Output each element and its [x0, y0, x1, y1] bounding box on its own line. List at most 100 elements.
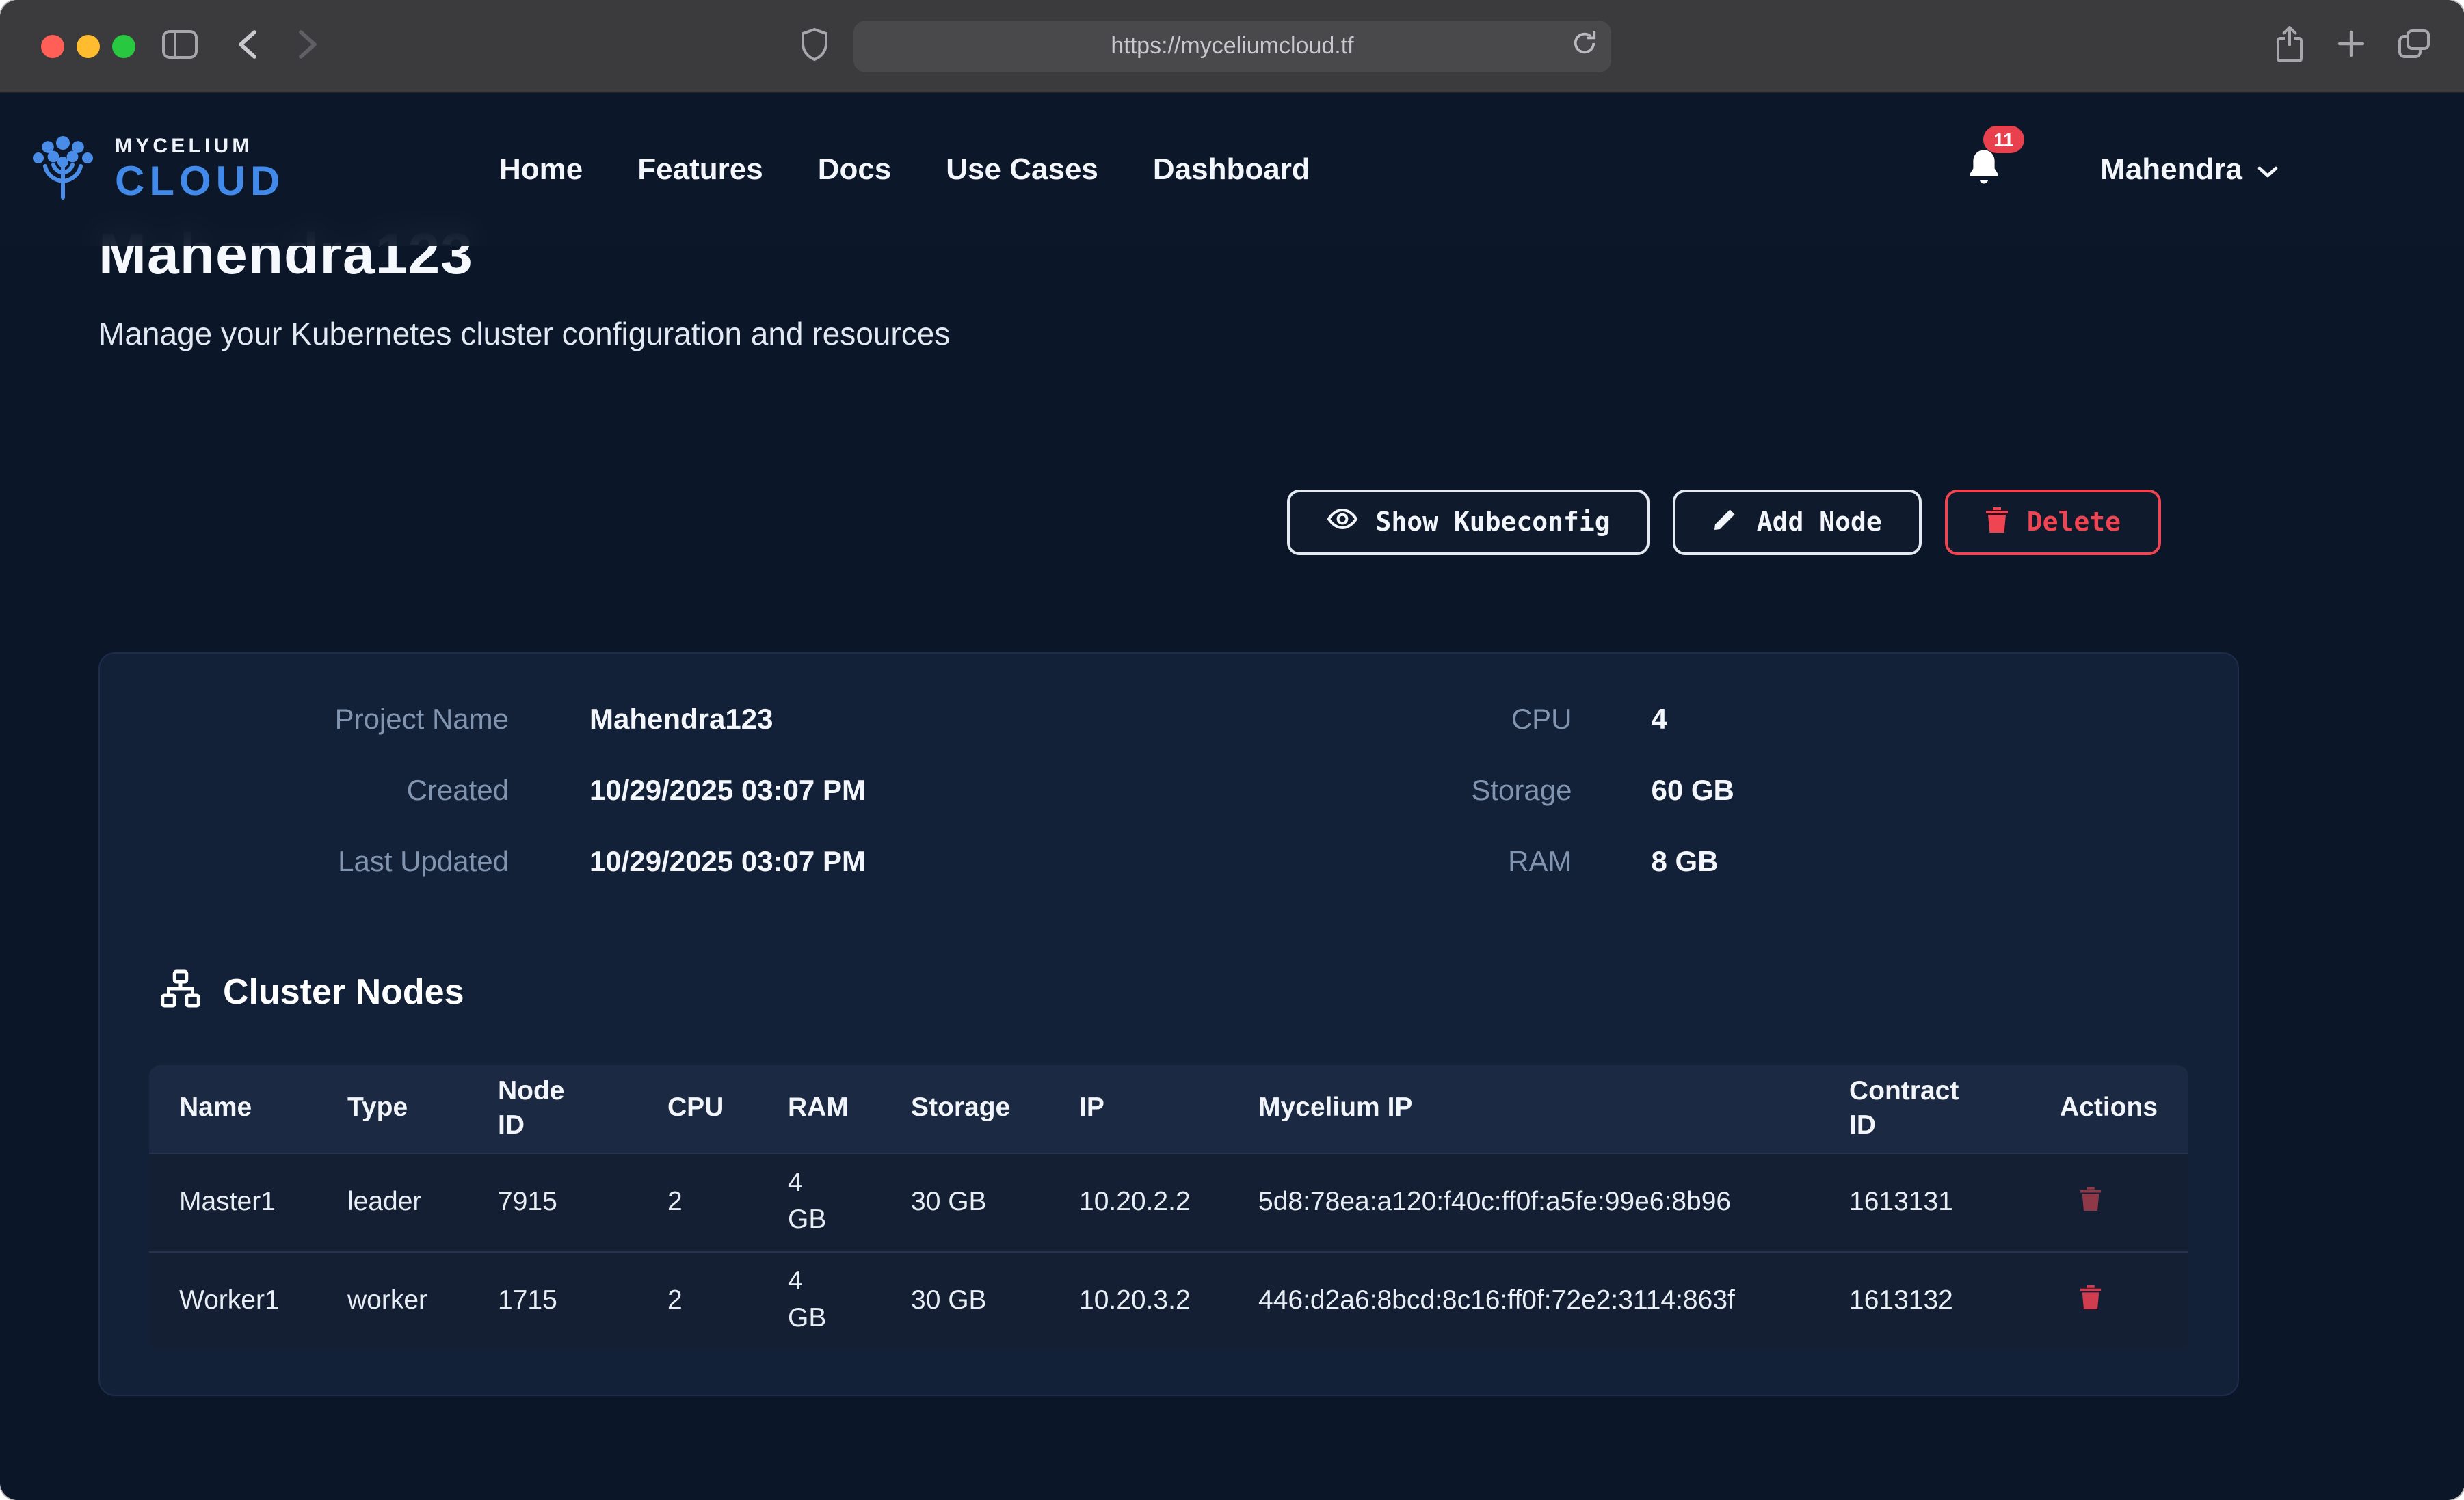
cell-name: Master1 [149, 1153, 317, 1251]
trash-icon [2079, 1185, 2102, 1215]
project-name-value: Mahendra123 [589, 700, 1169, 741]
reload-icon [1572, 29, 1598, 64]
col-contract-id: Contract ID [1819, 1065, 2030, 1153]
webpage: MYCELIUM CLOUD Home Features Docs Use Ca… [0, 93, 2464, 1500]
delete-cluster-button[interactable]: Delete [1945, 490, 2160, 555]
cell-mycelium-ip: 5d8:78ea:a120:f40c:ff0f:a5fe:99e6:8b96 [1228, 1153, 1819, 1251]
screen: https://myceliumcloud.tf [0, 0, 2464, 1500]
cell-contract-id: 1613132 [1819, 1251, 2030, 1350]
show-kubeconfig-button[interactable]: Show Kubeconfig [1287, 490, 1650, 555]
add-node-button[interactable]: Add Node [1673, 490, 1922, 555]
nav-item-use-cases[interactable]: Use Cases [946, 152, 1098, 187]
sidebar-toggle-button[interactable] [161, 29, 198, 63]
cell-type: leader [317, 1153, 468, 1251]
project-name-label: Project Name [149, 700, 509, 741]
created-label: Created [149, 771, 509, 812]
tabs-icon [2397, 29, 2430, 63]
sitemap-icon [160, 968, 201, 1016]
col-ram: RAM [758, 1065, 881, 1153]
delete-node-button[interactable] [2079, 1284, 2102, 1314]
cluster-nodes-heading: Cluster Nodes [149, 968, 2188, 1016]
nav-item-home[interactable]: Home [499, 152, 583, 187]
col-storage: Storage [881, 1065, 1049, 1153]
browser-window: https://myceliumcloud.tf [0, 0, 2464, 1500]
url-bar[interactable]: https://myceliumcloud.tf [853, 21, 1611, 72]
cell-cpu: 2 [637, 1251, 758, 1350]
delete-node-button[interactable] [2079, 1185, 2102, 1215]
nav-item-docs[interactable]: Docs [818, 152, 892, 187]
user-menu-button[interactable]: Mahendra [2092, 150, 2286, 189]
cpu-value: 4 [1652, 700, 2188, 741]
minimize-window-button[interactable] [77, 34, 100, 57]
col-ip: IP [1049, 1065, 1228, 1153]
eye-icon [1327, 507, 1358, 537]
site-navbar: MYCELIUM CLOUD Home Features Docs Use Ca… [0, 93, 2464, 246]
brand-logo[interactable]: MYCELIUM CLOUD [25, 131, 284, 209]
cluster-nodes-label: Cluster Nodes [223, 971, 464, 1013]
storage-label: Storage [1169, 771, 1572, 812]
cell-mycelium-ip: 446:d2a6:8bcd:8c16:ff0f:72e2:3114:863f [1228, 1251, 1819, 1350]
last-updated-label: Last Updated [149, 842, 509, 883]
navbar-right: 11 Mahendra [1965, 148, 2286, 191]
tab-overview-button[interactable] [2397, 29, 2430, 63]
page-content: Mahendra123 Manage your Kubernetes clust… [0, 93, 2464, 1451]
nav-item-dashboard[interactable]: Dashboard [1153, 152, 1310, 187]
chevron-down-icon [2256, 152, 2278, 187]
shield-icon [800, 27, 829, 65]
details-left-column: Project Name Mahendra123 Created 10/29/2… [149, 700, 1169, 883]
col-actions: Actions [2030, 1065, 2188, 1153]
close-window-button[interactable] [41, 34, 64, 57]
trash-icon [2079, 1284, 2102, 1314]
zoom-window-button[interactable] [112, 34, 135, 57]
cluster-actions: Show Kubeconfig Add Node Delete [98, 490, 2160, 555]
node-row-master1: Master1 leader 7915 2 4 GB 30 GB 10.20.2… [149, 1153, 2188, 1251]
reload-button[interactable] [1572, 29, 1598, 64]
page-subtitle: Manage your Kubernetes cluster configura… [98, 316, 2238, 353]
forward-button[interactable] [293, 27, 320, 64]
ram-label: RAM [1169, 842, 1572, 883]
notifications-button[interactable]: 11 [1965, 148, 2002, 191]
browser-toolbar: https://myceliumcloud.tf [0, 0, 2464, 93]
col-cpu: CPU [637, 1065, 758, 1153]
cell-ram: 4 GB [758, 1251, 881, 1350]
cpu-label: CPU [1169, 700, 1572, 741]
trash-icon [1985, 505, 2009, 539]
cell-actions [2030, 1251, 2188, 1350]
new-tab-button[interactable] [2337, 30, 2364, 62]
brand-line1: MYCELIUM [115, 136, 284, 157]
cell-type: worker [317, 1251, 468, 1350]
cell-ip: 10.20.2.2 [1049, 1153, 1228, 1251]
main-nav: Home Features Docs Use Cases Dashboard [499, 152, 1310, 187]
nodes-table-wrap: Name Type Node ID CPU RAM Storage IP Myc… [149, 1065, 2188, 1350]
storage-value: 60 GB [1652, 771, 2188, 812]
node-row-worker1: Worker1 worker 1715 2 4 GB 30 GB 10.20.3… [149, 1251, 2188, 1350]
cell-cpu: 2 [637, 1153, 758, 1251]
notification-badge: 11 [1983, 126, 2025, 153]
nodes-table: Name Type Node ID CPU RAM Storage IP Myc… [149, 1065, 2188, 1350]
toolbar-right-actions [2274, 25, 2430, 66]
window-controls [41, 34, 135, 57]
col-type: Type [317, 1065, 468, 1153]
mycelium-tree-icon [25, 131, 101, 209]
cell-ip: 10.20.3.2 [1049, 1251, 1228, 1350]
forward-icon [293, 27, 320, 64]
nav-item-features[interactable]: Features [637, 152, 763, 187]
cell-ram: 4 GB [758, 1153, 881, 1251]
cell-node-id: 7915 [468, 1153, 637, 1251]
bell-icon [1965, 148, 2002, 191]
share-button[interactable] [2274, 25, 2304, 66]
cell-name: Worker1 [149, 1251, 317, 1350]
col-node-id: Node ID [468, 1065, 637, 1153]
share-icon [2274, 25, 2304, 66]
cell-storage: 30 GB [881, 1251, 1049, 1350]
privacy-shield-button[interactable] [800, 27, 829, 65]
brand-line2: CLOUD [115, 162, 284, 203]
new-tab-icon [2337, 30, 2364, 62]
cluster-card: Project Name Mahendra123 Created 10/29/2… [98, 652, 2238, 1396]
ram-value: 8 GB [1652, 842, 2188, 883]
back-button[interactable] [235, 27, 263, 64]
back-icon [235, 27, 263, 64]
created-value: 10/29/2025 03:07 PM [589, 771, 1169, 812]
cell-node-id: 1715 [468, 1251, 637, 1350]
add-node-label: Add Node [1757, 507, 1882, 537]
